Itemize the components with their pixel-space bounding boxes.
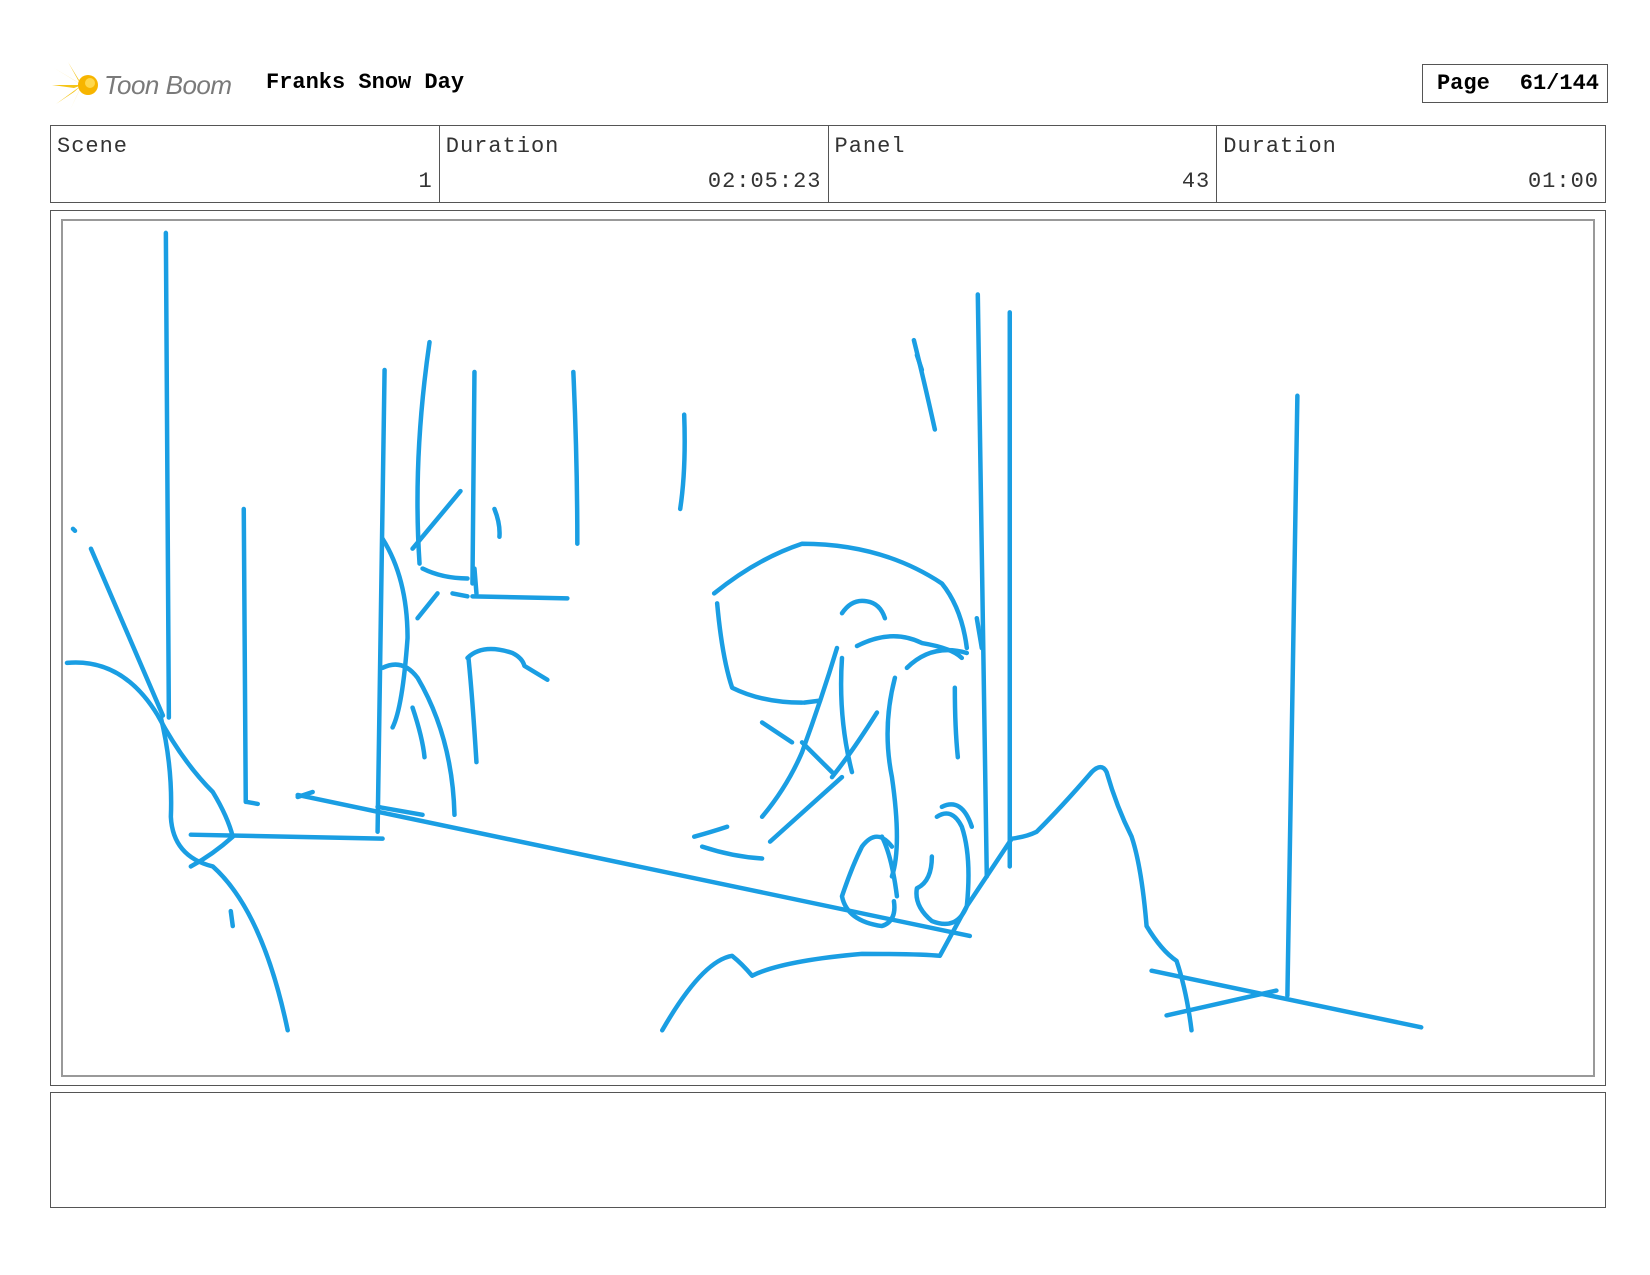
panel-duration-value: 01:00: [1527, 169, 1599, 194]
panel-notes-box[interactable]: [50, 1092, 1606, 1208]
panel-cell: Panel 43: [829, 126, 1218, 202]
panel-label: Panel: [834, 134, 906, 159]
storyboard-drawing-area: [61, 219, 1595, 1077]
scene-label: Scene: [57, 134, 129, 159]
page-number: 61/144: [1519, 71, 1599, 96]
storyboard-panel-frame: [50, 210, 1606, 1086]
page-label: Page: [1436, 71, 1490, 96]
starburst-icon: [52, 62, 98, 110]
scene-duration-cell: Duration 02:05:23: [440, 126, 829, 202]
scene-cell: Scene 1: [51, 126, 440, 202]
scene-value: 1: [418, 169, 433, 194]
panel-duration-cell: Duration 01:00: [1217, 126, 1605, 202]
project-title: Franks Snow Day: [266, 70, 465, 95]
page-indicator: Page 61/144: [1421, 64, 1608, 103]
sketch-strokes: [64, 230, 1424, 1033]
toon-boom-logo: Toon Boom: [52, 58, 252, 112]
page-header: Toon Boom Franks Snow Day Page 61/144: [52, 56, 1608, 112]
panel-duration-label: Duration: [1223, 134, 1337, 159]
logo-text: Toon Boom: [104, 69, 232, 100]
panel-value: 43: [1181, 169, 1211, 194]
scene-duration-value: 02:05:23: [707, 169, 822, 194]
scene-duration-label: Duration: [445, 134, 560, 159]
panel-info-table: Scene 1 Duration 02:05:23 Panel 43 Durat…: [50, 125, 1606, 203]
sketch-drawing: [64, 230, 1424, 1033]
